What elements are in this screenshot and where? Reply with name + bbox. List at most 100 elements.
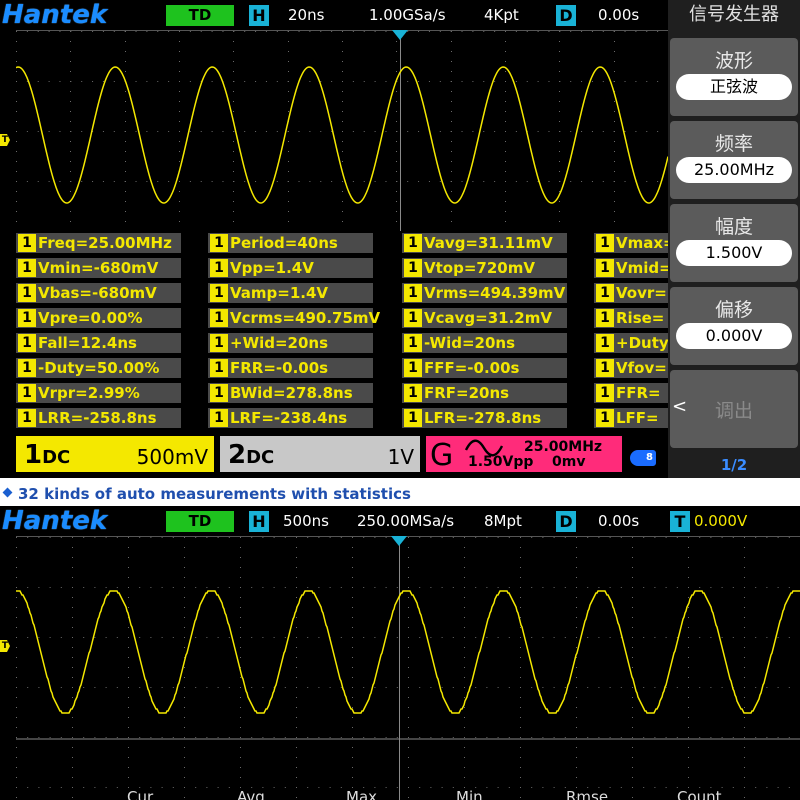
grid-dot	[464, 777, 465, 778]
grid-dot	[124, 131, 126, 132]
grid-dot	[161, 787, 163, 788]
measurement-value: Vovr=	[616, 284, 667, 302]
grid-dot	[744, 727, 745, 728]
grid-dot	[396, 687, 398, 688]
channel-1-status[interactable]: 1DC 500mV	[16, 436, 214, 472]
menu-amplitude[interactable]: 幅度 1.500V	[670, 204, 798, 282]
grid-dot	[184, 557, 185, 558]
menu-offset[interactable]: 偏移 0.000V	[670, 287, 798, 365]
grid-dot	[206, 587, 208, 588]
grid-dot	[688, 627, 689, 628]
grid-dot	[614, 111, 615, 112]
grid-dot	[184, 587, 185, 588]
grid-dot	[688, 617, 689, 618]
menu-amplitude-value[interactable]: 1.500V	[676, 240, 792, 266]
grid-dot	[240, 637, 241, 638]
grid-dot	[396, 71, 397, 72]
measurement-item: 1 FFR=	[594, 383, 668, 403]
grid-dot	[184, 617, 185, 618]
grid-dot	[632, 617, 633, 618]
grid-dot	[744, 747, 745, 748]
grid-dot	[614, 151, 615, 152]
grid-dot	[688, 767, 689, 768]
grid-dot	[48, 31, 50, 32]
waveform-display[interactable]	[16, 30, 668, 231]
grid-dot	[318, 687, 320, 688]
menu-frequency[interactable]: 频率 25.00MHz	[670, 121, 798, 199]
channel-badge: 1	[18, 309, 36, 327]
grid-dot	[464, 757, 465, 758]
grid-dot	[451, 111, 452, 112]
grid-dot	[16, 171, 17, 172]
grid-dot	[184, 627, 185, 628]
grid-dot	[128, 607, 129, 608]
trigger-level-marker[interactable]: T	[0, 134, 10, 146]
menu-recall[interactable]: < 调出	[670, 370, 798, 448]
grid-dot	[396, 587, 398, 588]
grid-dot	[520, 557, 521, 558]
grid-dot	[16, 667, 17, 668]
grid-dot	[296, 727, 297, 728]
grid-dot	[296, 557, 297, 558]
grid-dot	[363, 131, 365, 132]
grid-dot	[363, 687, 365, 688]
grid-dot	[542, 687, 544, 688]
grid-dot	[613, 181, 615, 182]
menu-offset-value[interactable]: 0.000V	[676, 323, 792, 349]
grid-dot	[352, 717, 353, 718]
grid-dot	[520, 787, 521, 788]
menu-waveform[interactable]: 波形 正弦波	[670, 38, 798, 116]
measurement-value: Vfov=	[616, 359, 667, 377]
grid-dot	[451, 221, 452, 222]
grid-dot	[128, 597, 129, 598]
grid-dot	[461, 81, 463, 82]
trigger-position-icon[interactable]	[392, 30, 408, 40]
grid-dot	[309, 31, 311, 32]
grid-dot	[396, 61, 397, 62]
grid-dot	[16, 131, 17, 132]
grid-dot	[284, 687, 286, 688]
grid-dot	[16, 557, 17, 558]
grid-dot	[179, 141, 180, 142]
grid-dot	[307, 587, 309, 588]
grid-dot	[38, 787, 40, 788]
grid-dot	[472, 81, 474, 82]
grid-dot	[635, 81, 637, 82]
grid-dot	[699, 687, 701, 688]
grid-dot	[559, 41, 560, 42]
grid-dot	[570, 31, 572, 32]
grid-dot	[318, 787, 320, 788]
channel-2-status[interactable]: 2DC 1V	[220, 436, 420, 472]
trigger-level-marker[interactable]: T	[0, 640, 10, 652]
grid-dot	[146, 181, 148, 182]
trigger-position-icon[interactable]	[391, 536, 407, 546]
grid-dot	[38, 587, 40, 588]
measurement-item: 1 +Duty	[594, 333, 668, 353]
grid-dot	[288, 111, 289, 112]
menu-frequency-value[interactable]: 25.00MHz	[676, 157, 792, 183]
grid-dot	[654, 687, 656, 688]
waveform-display[interactable]	[16, 536, 800, 800]
grid-dot	[59, 131, 61, 132]
measurement-item: 1 Vfov=	[594, 358, 668, 378]
grid-dot	[564, 587, 566, 588]
grid-dot	[184, 727, 185, 728]
mode-indicator[interactable]: TD	[166, 5, 234, 26]
grid-dot	[464, 597, 465, 598]
sample-rate: 1.00GSa/s	[369, 6, 446, 24]
grid-dot	[520, 637, 521, 638]
grid-dot	[195, 587, 197, 588]
menu-page-indicator[interactable]: 1/2	[668, 456, 800, 474]
grid-dot	[342, 141, 343, 142]
grid-dot	[105, 587, 107, 588]
grid-dot	[419, 537, 421, 538]
grid-dot	[288, 211, 289, 212]
menu-waveform-value[interactable]: 正弦波	[676, 74, 792, 100]
generator-status[interactable]: G 25.00MHz 1.50Vpp 0mv	[426, 436, 622, 473]
mode-indicator[interactable]: TD	[166, 511, 234, 532]
waveform-plot	[16, 537, 800, 800]
grid-dot	[537, 131, 539, 132]
grid-dot	[374, 81, 376, 82]
measurement-item: 1 Vtop=720mV	[402, 258, 567, 278]
measurement-value: Vcrms=490.75mV	[230, 309, 381, 327]
